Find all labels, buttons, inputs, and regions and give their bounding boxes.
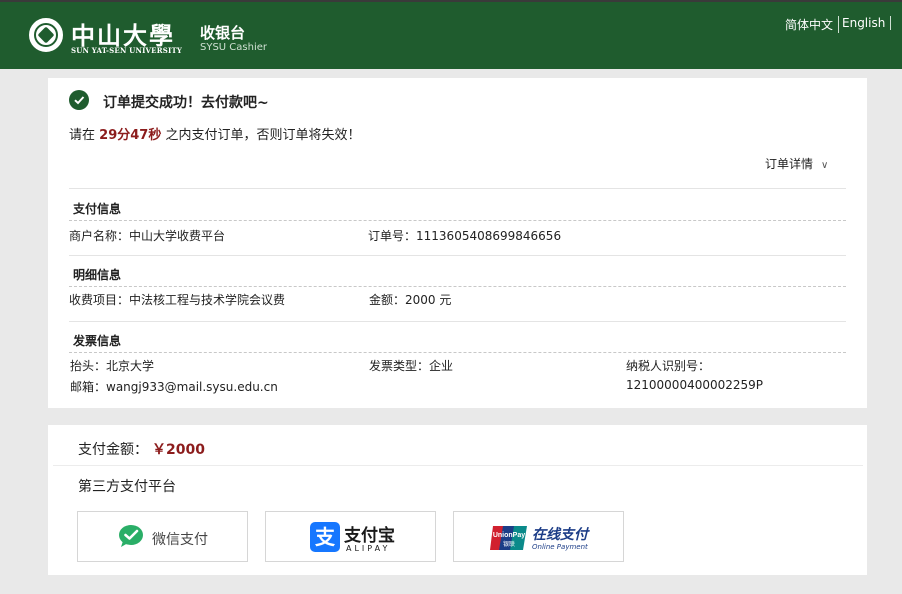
tax-id-label: 纳税人识别号： [626,359,711,373]
order-success-title: 订单提交成功！去付款吧~ [103,95,269,111]
unionpay-chinese-label: 在线支付 [532,527,588,543]
wechat-pay-button[interactable]: 微信支付 [77,511,248,562]
order-number-value: 1113605408699846656 [416,229,562,243]
success-check-icon [69,90,89,110]
wechat-icon [119,525,143,547]
divider [53,465,863,466]
language-simplified-chinese-link[interactable]: 简体中文 [785,16,840,33]
alipay-english-label: ALIPAY [346,544,391,553]
alipay-chinese-label: 支付宝 [344,526,395,546]
logo-english-name: SUN YAT-SEN UNIVERSITY [71,46,183,55]
fee-amount-value: 2000 元 [405,293,452,307]
order-number-label: 订单号： [368,229,417,243]
alipay-button[interactable]: 支 支付宝 ALIPAY [265,511,436,562]
third-party-title: 第三方支付平台 [78,479,176,495]
invoice-type-label: 发票类型： [369,359,430,373]
dashed-divider [69,220,846,221]
payment-amount: 支付金额： ￥2000 [78,439,205,459]
invoice-header-label: 抬头： [70,359,107,373]
unionpay-logo-text: UnionPay [493,532,525,539]
divider [69,188,846,189]
email-label: 邮箱： [70,380,107,394]
invoice-type-field: 发票类型：企业 [369,357,453,374]
merchant-value: 中山大学收费平台 [129,229,226,243]
site-header: 中山大學 SUN YAT-SEN UNIVERSITY 收银台 SYSU Cas… [0,2,902,69]
unionpay-icon: UnionPay 银联 [490,526,527,550]
tax-id-field: 纳税人识别号： 12100000400002259P [626,357,763,392]
fee-amount-label: 金额： [369,293,406,307]
tax-id-value: 12100000400002259P [626,378,764,392]
divider [69,321,846,322]
language-english-link[interactable]: English [842,16,892,30]
invoice-header-value: 北京大学 [106,359,155,373]
fee-item-value: 中法核工程与技术学院会议费 [129,293,286,307]
unionpay-logo-chinese: 银联 [503,540,515,548]
invoice-type-value: 企业 [429,359,454,373]
deadline-suffix: 之内支付订单，否则订单将失效！ [165,128,361,143]
divider [69,255,846,256]
payment-deadline-text: 请在 29分47秒 之内支付订单，否则订单将失效！ [69,124,361,143]
unionpay-online-button[interactable]: UnionPay 银联 在线支付 Online Payment [453,511,624,562]
university-emblem-icon [29,18,63,52]
email-value: wangj933@mail.sysu.edu.cn [106,380,278,394]
order-number-field: 订单号：1113605408699846656 [368,227,561,244]
merchant-field: 商户名称：中山大学收费平台 [69,227,225,244]
email-field: 邮箱：wangj933@mail.sysu.edu.cn [70,378,278,395]
cashier-subtitle: SYSU Cashier [200,42,268,53]
deadline-prefix: 请在 [69,128,96,143]
payment-card: 支付金额： ￥2000 第三方支付平台 微信支付 支 支付宝 ALIPAY Uni… [48,425,867,575]
order-card: 订单提交成功！去付款吧~ 请在 29分47秒 之内支付订单，否则订单将失效！ 订… [48,78,867,408]
countdown-timer: 29分47秒 [99,128,162,143]
payment-info-title: 支付信息 [73,202,122,216]
invoice-info-title: 发票信息 [73,334,122,348]
fee-item-label: 收费项目： [69,293,130,307]
cashier-title: 收银台 [200,24,246,42]
unionpay-english-label: Online Payment [532,543,588,551]
order-detail-label: 订单详情 [765,157,814,171]
fee-amount-field: 金额：2000 元 [369,291,451,308]
dashed-divider [69,352,846,353]
detail-info-title: 明细信息 [73,268,122,282]
merchant-label: 商户名称： [69,229,130,243]
payment-amount-label: 支付金额： [78,442,148,458]
order-detail-toggle[interactable]: 订单详情 ∨ [765,155,828,172]
invoice-header-field: 抬头：北京大学 [70,357,154,374]
dashed-divider [69,286,846,287]
wechat-pay-label: 微信支付 [152,532,208,548]
payment-amount-value: ￥2000 [152,442,205,458]
fee-item-field: 收费项目：中法核工程与技术学院会议费 [69,291,285,308]
chevron-down-icon: ∨ [821,160,829,171]
alipay-icon: 支 [310,522,340,552]
